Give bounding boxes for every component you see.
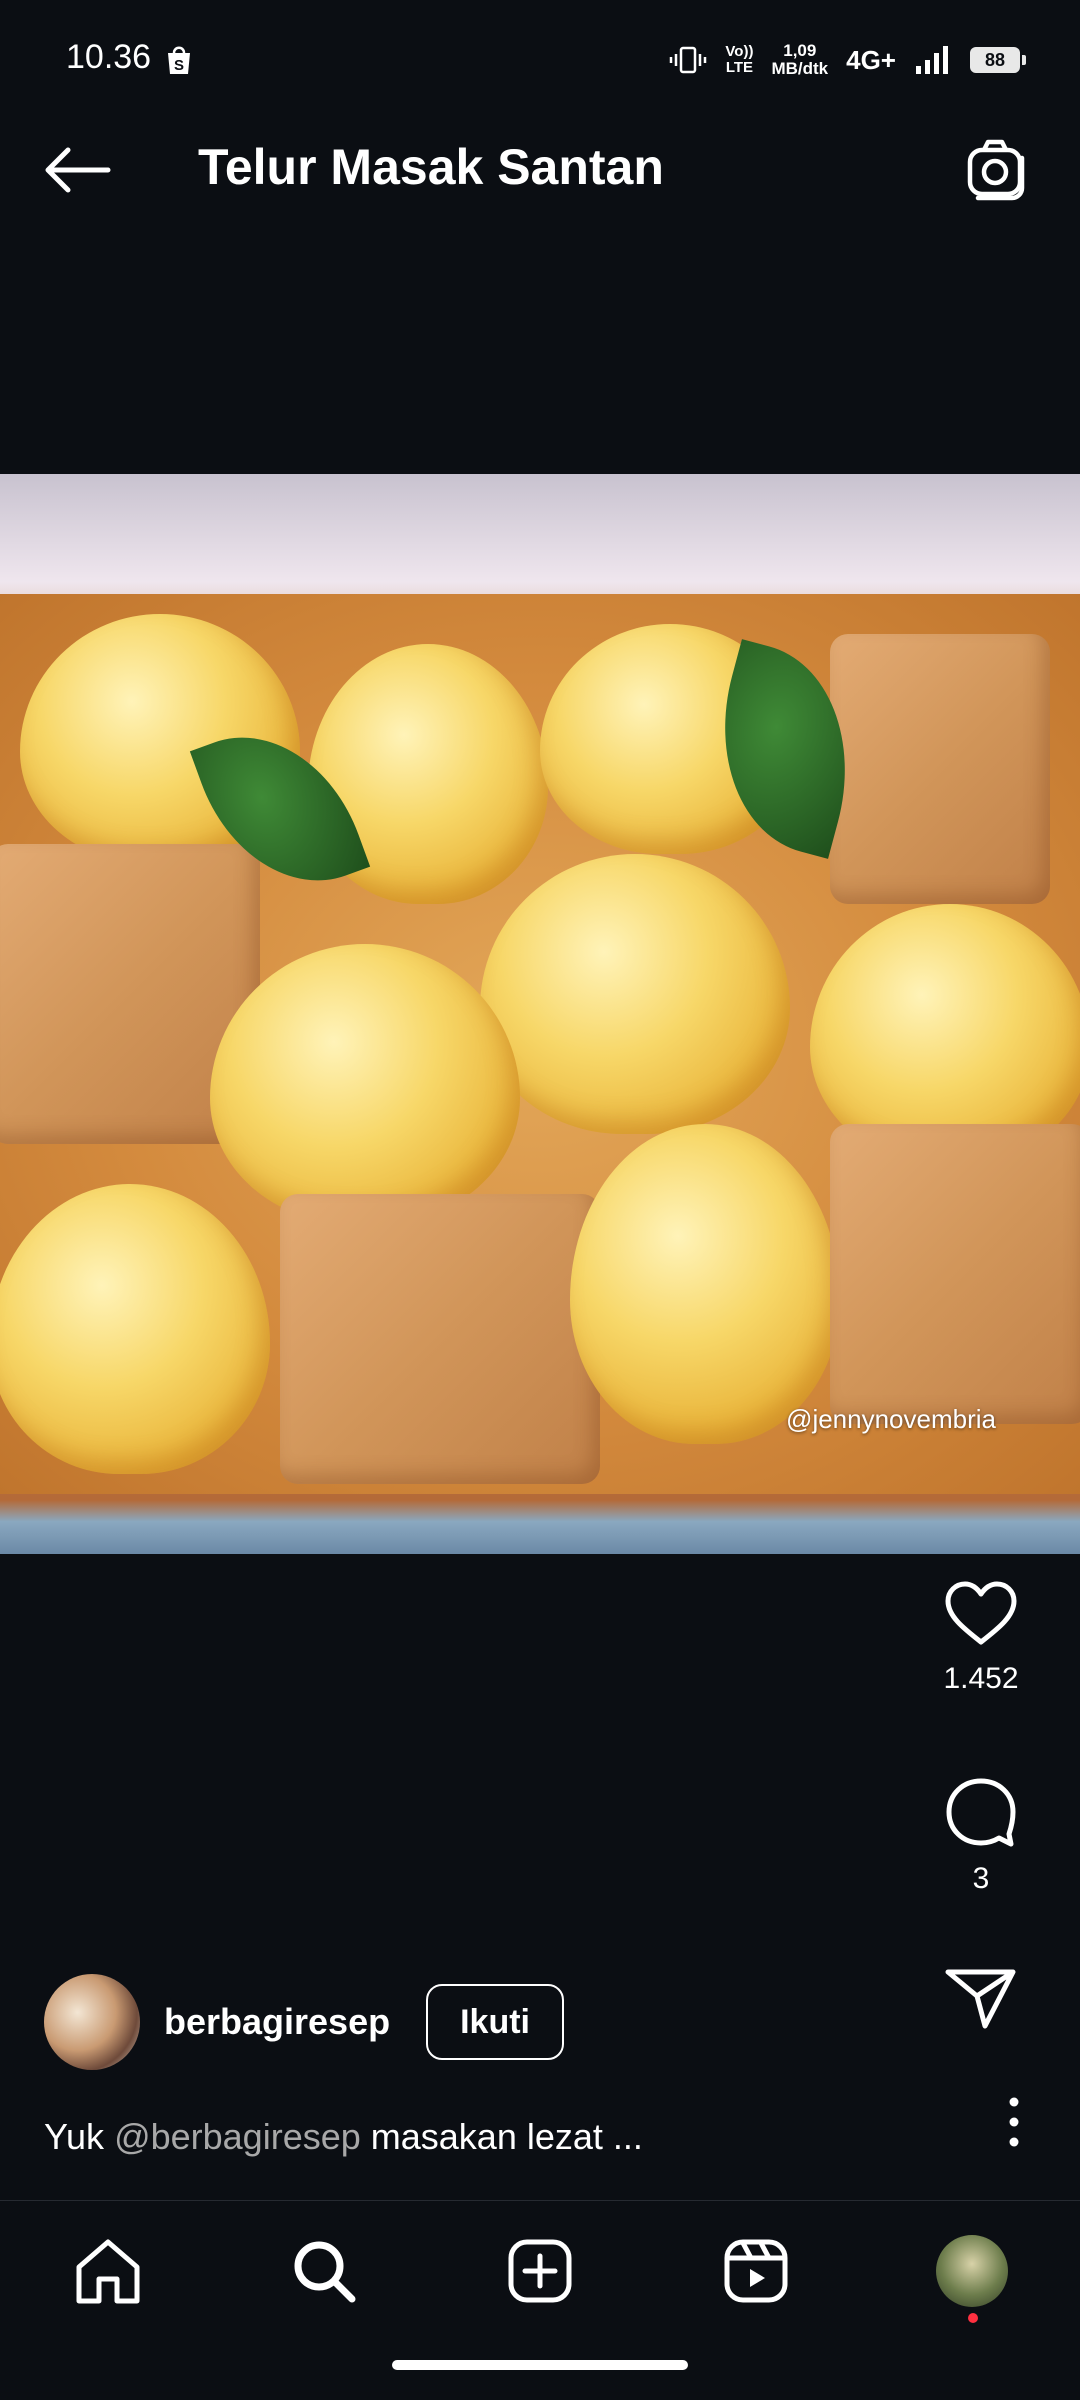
comment-action: 3 xyxy=(906,1776,1056,1896)
send-icon[interactable] xyxy=(943,1966,1019,2032)
caption-mention[interactable]: @berbagiresep xyxy=(114,2116,361,2157)
battery-level: 88 xyxy=(984,49,1006,70)
header: Telur Masak Santan xyxy=(0,110,1080,230)
add-post-icon xyxy=(508,2239,572,2303)
like-action: 1.452 xyxy=(906,1580,1056,1696)
tofu xyxy=(830,1124,1080,1424)
author-avatar[interactable] xyxy=(44,1974,140,2070)
heart-icon[interactable] xyxy=(943,1580,1019,1648)
page-title: Telur Masak Santan xyxy=(198,139,664,195)
signal-icon xyxy=(916,46,948,74)
caption-text: masakan lezat ... xyxy=(360,2116,643,2157)
home-indicator[interactable] xyxy=(392,2360,688,2370)
post-image[interactable]: @jennynovembria xyxy=(0,474,1080,1554)
shopee-icon: S xyxy=(168,46,190,74)
post-caption[interactable]: Yuk @berbagiresep masakan lezat ... xyxy=(44,2116,643,2158)
svg-text:S: S xyxy=(174,57,184,74)
speed-value: 1,09 xyxy=(783,41,817,60)
network-type: 4G+ xyxy=(846,44,896,75)
comment-icon[interactable] xyxy=(943,1776,1019,1848)
author-row: berbagiresep Ikuti xyxy=(44,1972,564,2072)
volte-bottom: LTE xyxy=(725,59,754,76)
camera-icon[interactable] xyxy=(964,138,1028,202)
tofu xyxy=(830,634,1050,904)
nav-reels[interactable] xyxy=(716,2231,796,2311)
tofu xyxy=(280,1194,600,1484)
vibrate-icon xyxy=(670,46,707,74)
nav-home[interactable] xyxy=(68,2231,148,2311)
network-speed: 1,09 MB/dtk xyxy=(771,42,828,78)
nav-profile[interactable] xyxy=(932,2231,1012,2323)
status-icons: Vo)) LTE 1,09 MB/dtk 4G+ 88 xyxy=(669,38,1026,82)
nav-create[interactable] xyxy=(500,2231,580,2311)
speed-unit: MB/dtk xyxy=(771,59,829,78)
nav-search[interactable] xyxy=(284,2231,364,2311)
back-arrow-icon[interactable] xyxy=(38,140,114,200)
profile-avatar xyxy=(936,2235,1008,2307)
volte-indicator: Vo)) LTE xyxy=(725,44,753,76)
comment-count[interactable]: 3 xyxy=(906,1862,1056,1896)
status-time: 10.36 xyxy=(66,38,152,76)
status-bar: 10.36 S Vo)) LTE 1,09 MB/dtk 4G+ 88 xyxy=(0,0,1080,96)
notification-dot xyxy=(968,2313,978,2323)
volte-top: Vo)) xyxy=(725,43,754,60)
author-username[interactable]: berbagiresep xyxy=(164,2001,390,2043)
reels-icon xyxy=(724,2239,788,2303)
bottom-navigation xyxy=(0,2200,1080,2341)
image-watermark: @jennynovembria xyxy=(786,1404,996,1434)
like-count[interactable]: 1.452 xyxy=(906,1662,1056,1696)
instagram-post-screen: 10.36 S Vo)) LTE 1,09 MB/dtk 4G+ 88 Telu… xyxy=(0,0,1080,2400)
search-icon xyxy=(294,2241,356,2303)
share-action xyxy=(906,1966,1056,2032)
battery-icon: 88 xyxy=(970,47,1026,73)
more-vertical-icon[interactable] xyxy=(1002,2092,1026,2152)
caption-prefix: Yuk xyxy=(44,2116,115,2157)
home-icon xyxy=(76,2239,140,2304)
follow-button[interactable]: Ikuti xyxy=(426,1984,564,2060)
